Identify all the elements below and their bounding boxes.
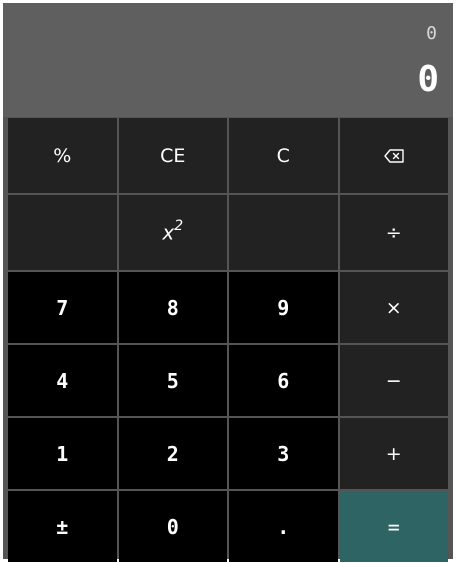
digit-7-label: 7 [56,295,69,320]
clear-entry-button[interactable]: CE [118,118,227,193]
digit-6-label: 6 [277,368,290,393]
clear-entry-label: CE [160,144,186,167]
digit-7-button[interactable]: 7 [8,272,117,343]
backspace-icon [383,148,405,164]
decimal-label: . [277,514,290,539]
digit-2-label: 2 [166,441,179,466]
digit-4-button[interactable]: 4 [8,345,117,416]
digit-4-label: 4 [56,368,69,393]
digit-8-label: 8 [166,295,179,320]
clear-button[interactable]: C [229,118,338,193]
digit-3-button[interactable]: 3 [229,418,338,489]
calculator: 0 0 % CE C x2 ÷ 7 8 9 × 4 5 6 − 1 2 3 + … [3,3,453,562]
keypad: % CE C x2 ÷ 7 8 9 × 4 5 6 − 1 2 3 + ± 0 … [8,118,448,562]
plus-minus-label: ± [56,514,69,539]
digit-6-button[interactable]: 6 [229,345,338,416]
clear-label: C [276,144,290,167]
percent-label: % [53,144,72,167]
digit-5-label: 5 [166,368,179,393]
add-label: + [385,442,402,465]
divide-label: ÷ [385,221,402,244]
digit-3-label: 3 [277,441,290,466]
result-display: 0 [417,59,439,100]
square-exponent: 2 [174,218,184,235]
plus-minus-button[interactable]: ± [8,491,117,562]
subtract-button[interactable]: − [339,345,448,416]
decimal-button[interactable]: . [229,491,338,562]
equals-label: = [387,514,400,539]
digit-5-button[interactable]: 5 [118,345,227,416]
subtract-label: − [385,369,402,392]
blank-key-left[interactable] [8,195,117,270]
divide-button[interactable]: ÷ [339,195,448,270]
display-panel: 0 0 [3,3,453,117]
percent-button[interactable]: % [8,118,117,193]
digit-1-label: 1 [56,441,69,466]
digit-0-button[interactable]: 0 [118,491,227,562]
square-label: x2 [162,218,184,245]
digit-1-button[interactable]: 1 [8,418,117,489]
multiply-button[interactable]: × [339,272,448,343]
blank-key-middle[interactable] [229,195,338,270]
digit-8-button[interactable]: 8 [118,272,227,343]
equals-button[interactable]: = [339,491,448,562]
backspace-button[interactable] [339,118,448,193]
digit-2-button[interactable]: 2 [118,418,227,489]
digit-0-label: 0 [166,514,179,539]
digit-9-button[interactable]: 9 [229,272,338,343]
square-base: x [162,220,175,245]
multiply-label: × [385,296,402,319]
add-button[interactable]: + [339,418,448,489]
digit-9-label: 9 [277,295,290,320]
expression-display: 0 [426,23,437,44]
square-button[interactable]: x2 [118,195,227,270]
